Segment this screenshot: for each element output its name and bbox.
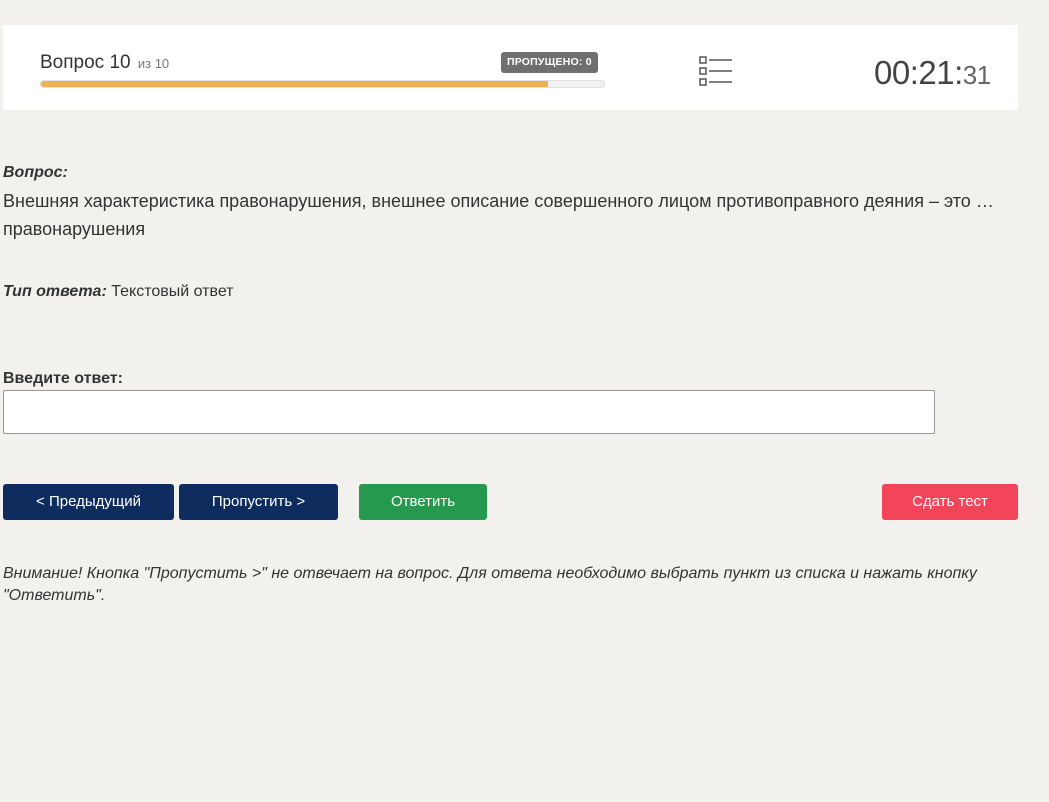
answer-button[interactable]: Ответить (359, 484, 487, 520)
question-counter: Вопрос 10 из 10 (40, 52, 169, 74)
timer-seconds: 31 (962, 60, 991, 90)
question-heading: Вопрос: (3, 164, 68, 181)
skip-warning-note: Внимание! Кнопка "Пропустить >" не отвеч… (3, 565, 977, 604)
timer-main: 00:21: (874, 54, 963, 91)
finish-test-button[interactable]: Сдать тест (882, 484, 1018, 520)
test-page: Вопрос 10 из 10 ПРОПУЩЕНО: 0 00:21:31 Во… (0, 0, 1049, 802)
countdown-timer: 00:21:31 (874, 54, 991, 92)
list-icon[interactable] (696, 55, 732, 87)
answer-input-label: Введите ответ: (3, 370, 123, 387)
previous-button[interactable]: < Предыдущий (3, 484, 174, 520)
answer-type: Тип ответа: Текстовый ответ (3, 283, 234, 301)
question-text: Внешняя характеристика правонарушения, в… (3, 191, 994, 239)
question-total: из 10 (137, 56, 170, 71)
skip-button[interactable]: Пропустить > (179, 484, 338, 520)
question-list-icon (699, 56, 732, 86)
answer-type-value: Текстовый ответ (111, 283, 234, 300)
question-number: Вопрос 10 (40, 52, 131, 73)
skipped-badge: ПРОПУЩЕНО: 0 (501, 52, 598, 73)
test-header: Вопрос 10 из 10 ПРОПУЩЕНО: 0 00:21:31 (3, 25, 1018, 110)
answer-type-label: Тип ответа: (3, 283, 107, 300)
answer-input[interactable] (3, 390, 935, 434)
progress-bar (40, 80, 605, 88)
progress-bar-fill (41, 81, 548, 87)
